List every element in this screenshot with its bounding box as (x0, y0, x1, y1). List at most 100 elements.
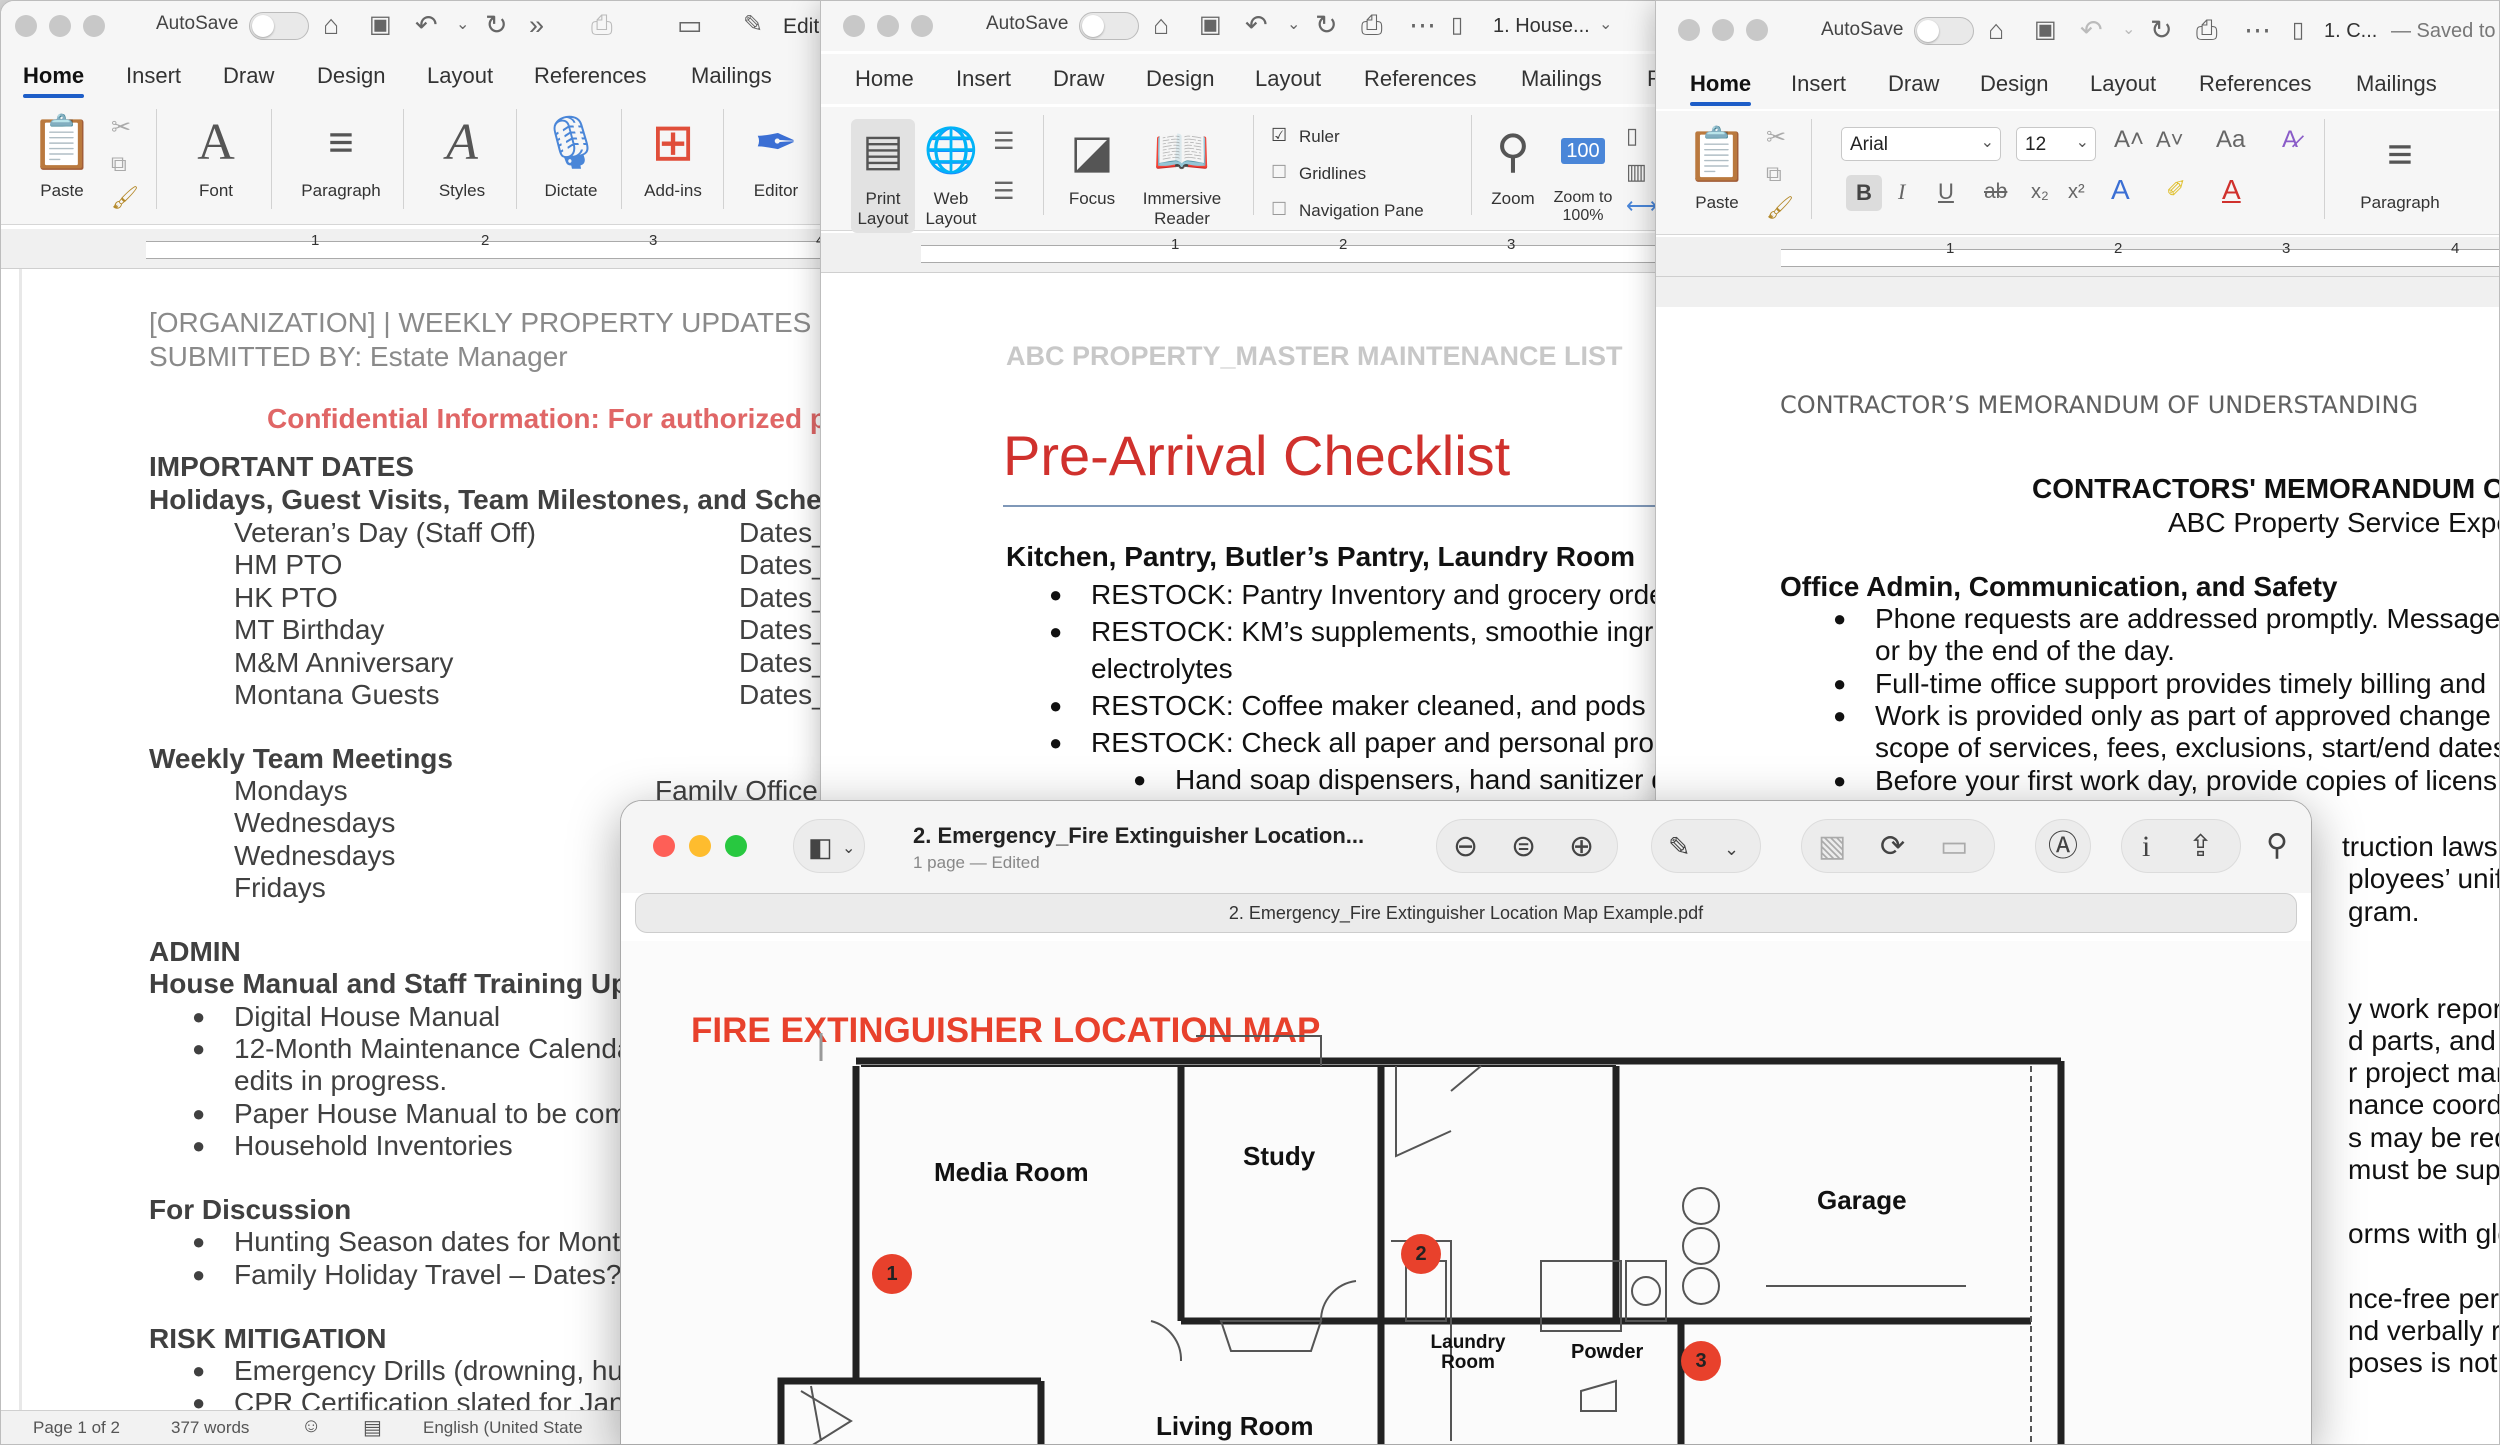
tab-home[interactable]: Home (23, 63, 85, 98)
more-icon[interactable]: » (529, 10, 544, 40)
tab-insert[interactable]: Insert (956, 66, 1011, 92)
change-case-icon[interactable]: Aa (2216, 125, 2245, 155)
copy-icon[interactable]: ⧉ (1766, 159, 1782, 189)
print-icon[interactable]: ⎙ (2196, 15, 2218, 45)
outline-icon[interactable]: ☰ (993, 127, 1015, 157)
styles-button[interactable]: A Styles (419, 111, 505, 201)
undo-icon[interactable]: ↶ (2080, 15, 2103, 45)
redo-icon[interactable]: ↻ (2150, 15, 2173, 45)
navigation-pane-checkbox[interactable]: ☐ (1271, 199, 1287, 220)
paragraph-button[interactable]: ≡ Paragraph (291, 111, 391, 201)
redo-icon[interactable]: ↻ (485, 10, 508, 40)
copy-icon[interactable]: ⧉ (111, 149, 127, 179)
horizontal-ruler[interactable]: 1 2 3 4 (1656, 237, 2499, 277)
save-icon[interactable]: ▣ (1199, 10, 1222, 40)
tab-references[interactable]: References (1364, 66, 1477, 92)
tab-insert[interactable]: Insert (1791, 71, 1846, 97)
tab-design[interactable]: Design (1980, 71, 2048, 97)
tab-references[interactable]: References (2199, 71, 2312, 97)
extinguisher-marker[interactable]: 1 (872, 1254, 912, 1294)
more-icon[interactable]: ⋯ (2244, 15, 2271, 45)
horizontal-ruler[interactable]: 1 2 3 4 (1, 229, 829, 269)
chevron-down-icon[interactable]: ⌄ (2122, 15, 2135, 45)
save-icon[interactable]: ▣ (369, 10, 392, 40)
dictate-button[interactable]: 🎙 Dictate (531, 111, 611, 201)
close-button[interactable] (843, 15, 865, 37)
language-label[interactable]: English (United State (423, 1418, 583, 1438)
share-icon[interactable]: ⇪ (2188, 832, 2213, 862)
undo-icon[interactable]: ↶ (415, 10, 438, 40)
format-painter-icon[interactable]: 🖌 (111, 183, 139, 213)
actual-size-icon[interactable]: ⊜ (1511, 832, 1536, 862)
zoom-button[interactable] (1746, 19, 1768, 41)
tab-insert[interactable]: Insert (126, 63, 181, 89)
markup-toolbar-toggle[interactable]: Ⓐ (2035, 819, 2091, 873)
zoom-button[interactable]: ⚲ Zoom (1483, 119, 1543, 209)
close-button[interactable] (1678, 19, 1700, 41)
increase-font-icon[interactable]: A˄ (2114, 125, 2144, 155)
rotate-icon[interactable]: ⟳ (1880, 832, 1905, 862)
tab-mailings[interactable]: Mailings (1521, 66, 1602, 92)
word-count[interactable]: 377 words (171, 1418, 249, 1438)
more-icon[interactable]: ⋯ (1409, 10, 1436, 40)
home-icon[interactable]: ⌂ (1153, 10, 1169, 40)
font-color-icon[interactable]: A (2222, 175, 2241, 205)
ruler-checkbox[interactable]: ☑ (1271, 125, 1287, 146)
info-icon[interactable]: i (2142, 832, 2150, 862)
text-effects-icon[interactable]: A (2111, 175, 2130, 205)
page-width-icon[interactable]: ⟷ (1626, 191, 1658, 221)
focus-button[interactable]: ◪ Focus (1057, 119, 1127, 209)
chevron-down-icon[interactable]: ⌄ (1599, 10, 1612, 40)
edit-icon[interactable]: ✎ (743, 10, 763, 40)
autosave-toggle[interactable] (1079, 12, 1139, 40)
draft-icon[interactable]: ☰ (993, 177, 1015, 207)
bold-button[interactable]: B (1846, 175, 1882, 211)
add-ins-button[interactable]: ⊞ Add-ins (633, 111, 713, 201)
cut-icon[interactable]: ✂ (111, 113, 131, 143)
home-icon[interactable]: ⌂ (323, 10, 339, 40)
home-icon[interactable]: ⌂ (1988, 15, 2004, 45)
accessibility-icon[interactable]: ☺ (301, 1415, 321, 1438)
tab-mailings[interactable]: Mailings (691, 63, 772, 89)
search-icon[interactable]: ⚲ (2266, 831, 2288, 861)
zoom-in-icon[interactable]: ⊕ (1569, 832, 1594, 862)
chevron-down-icon[interactable]: ⌄ (456, 10, 469, 40)
web-layout-button[interactable]: 🌐 Web Layout (919, 119, 983, 229)
format-painter-icon[interactable]: 🖌 (1766, 193, 1794, 223)
print-icon[interactable]: ⎙ (591, 10, 613, 40)
print-layout-button[interactable]: ▤ Print Layout (851, 119, 915, 233)
save-icon[interactable]: ▣ (2034, 15, 2057, 45)
zoom-100-button[interactable]: 100 Zoom to 100% (1543, 119, 1623, 225)
zoom-button[interactable] (83, 15, 105, 37)
tab-references[interactable]: References (534, 63, 647, 89)
page-count[interactable]: Page 1 of 2 (33, 1418, 120, 1438)
paste-button[interactable]: 📋 Paste (29, 111, 95, 201)
zoom-button[interactable] (725, 835, 747, 857)
underline-button[interactable]: U (1938, 177, 1954, 207)
paste-button[interactable]: 📋 Paste (1684, 123, 1750, 213)
multiple-pages-icon[interactable]: ▥ (1626, 157, 1647, 187)
minimize-button[interactable] (689, 835, 711, 857)
image-icon[interactable]: ▧ (1818, 832, 1846, 862)
document-tab[interactable]: 2. Emergency_Fire Extinguisher Location … (635, 893, 2297, 933)
tab-layout[interactable]: Layout (2090, 71, 2156, 97)
autosave-toggle[interactable] (249, 12, 309, 40)
italic-button[interactable]: I (1898, 177, 1905, 207)
undo-icon[interactable]: ↶ (1245, 10, 1268, 40)
clear-formatting-icon[interactable]: A̷ (2282, 125, 2298, 155)
decrease-font-icon[interactable]: A˅ (2156, 125, 2184, 155)
minimize-button[interactable] (877, 15, 899, 37)
highlight-pen-icon[interactable]: ✎ (1668, 832, 1691, 862)
cut-icon[interactable]: ✂ (1766, 123, 1786, 153)
chevron-down-icon[interactable]: ⌄ (1287, 10, 1300, 40)
strikethrough-button[interactable]: ab (1984, 177, 2007, 207)
chevron-down-icon[interactable]: ⌄ (1724, 834, 1739, 864)
proofing-icon[interactable]: ▤ (363, 1415, 382, 1440)
minimize-button[interactable] (1712, 19, 1734, 41)
document-page[interactable]: ABC PROPERTY_MASTER MAINTENANCE LIST Pre… (859, 273, 1659, 819)
highlighter-icon[interactable]: ✐ (2166, 175, 2186, 205)
tab-design[interactable]: Design (317, 63, 385, 89)
form-fill-icon[interactable]: ▭ (1940, 832, 1968, 862)
comment-icon[interactable]: ▭ (677, 10, 703, 40)
extinguisher-marker[interactable]: 2 (1401, 1234, 1441, 1274)
